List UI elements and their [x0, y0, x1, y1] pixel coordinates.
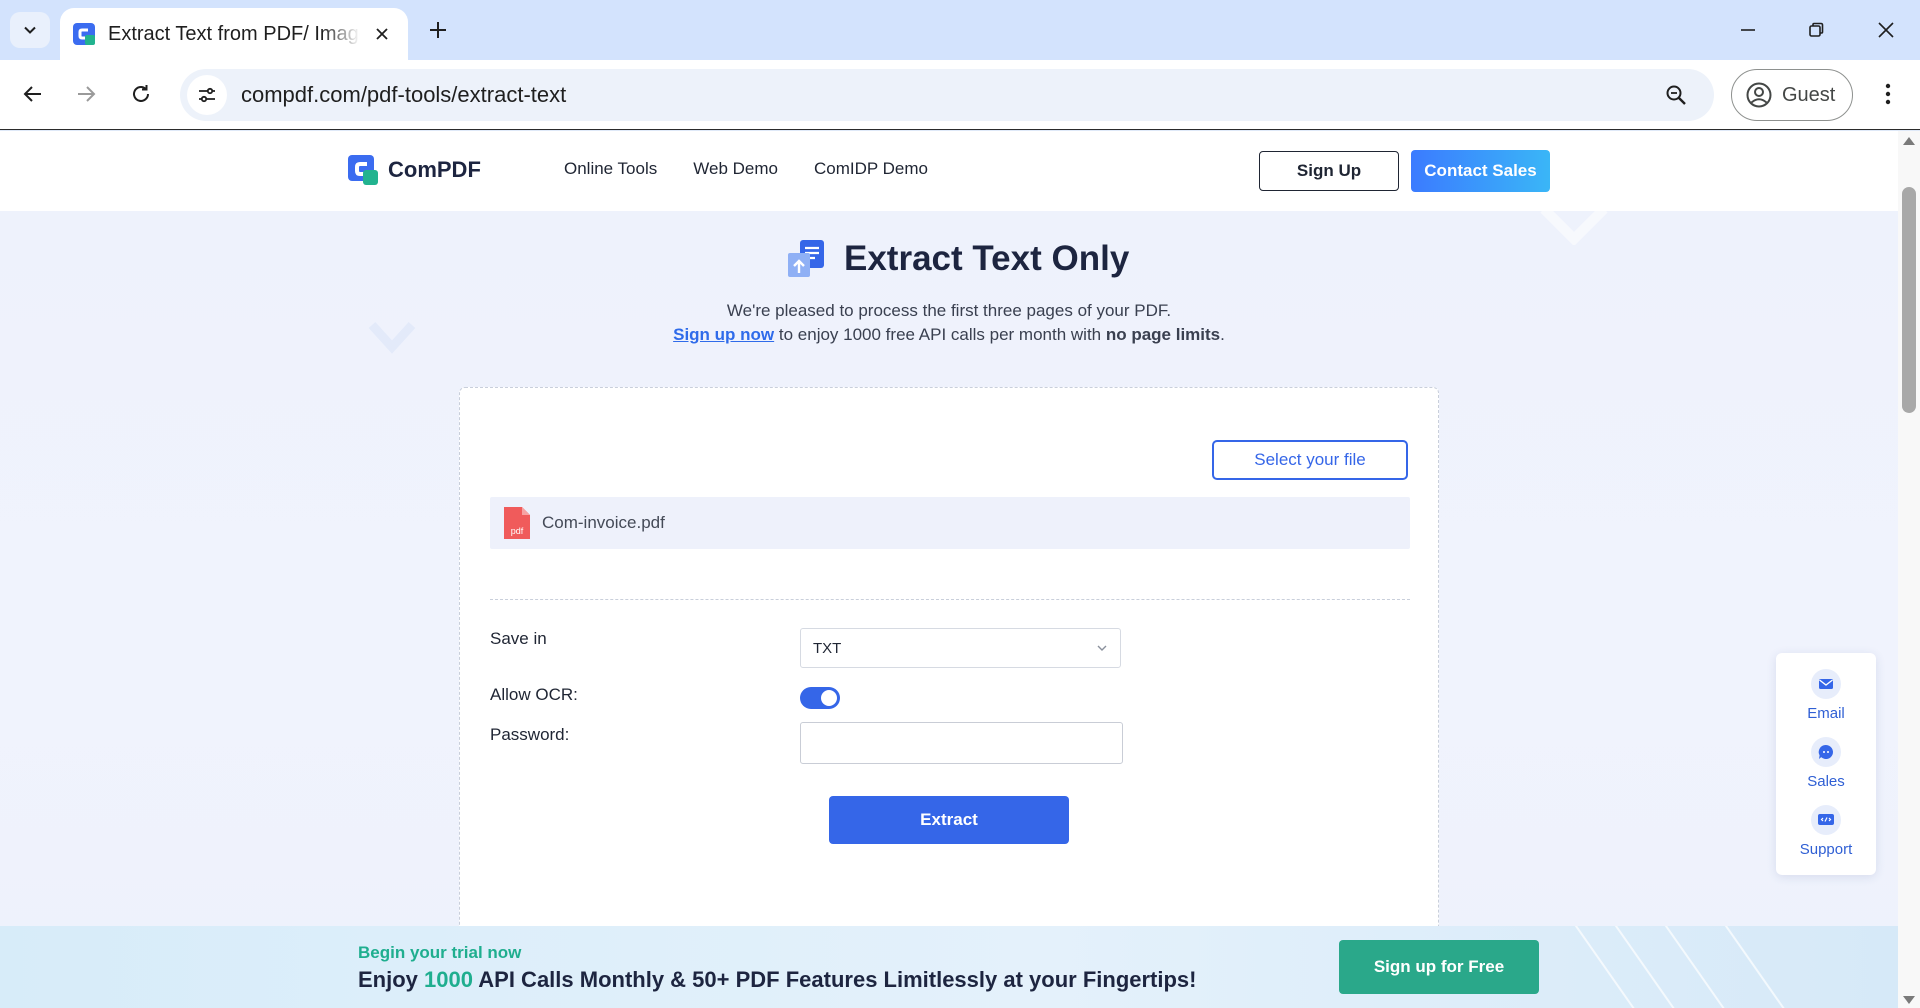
nav-online-tools[interactable]: Online Tools	[564, 159, 657, 179]
site-info-button[interactable]	[187, 75, 227, 115]
promo-headline-pre: Enjoy	[358, 967, 425, 992]
zoom-button[interactable]	[1656, 75, 1696, 115]
scrollbar-thumb[interactable]	[1902, 187, 1916, 413]
allow-ocr-toggle[interactable]	[800, 687, 840, 709]
allow-ocr-label: Allow OCR:	[490, 685, 578, 704]
minimize-icon	[1741, 29, 1755, 31]
reload-button[interactable]	[121, 74, 161, 114]
decorative-shape-icon	[1540, 205, 1608, 245]
toggle-knob	[821, 690, 837, 706]
tab-strip: Extract Text from PDF/ Image	[0, 0, 1920, 60]
compdf-logo-icon	[348, 155, 378, 185]
support-sales[interactable]: Sales	[1776, 737, 1876, 790]
uploaded-file-name: Com-invoice.pdf	[542, 513, 665, 532]
brand-name: ComPDF	[388, 157, 481, 182]
browser-tab[interactable]: Extract Text from PDF/ Image	[60, 8, 408, 60]
promo-headline-number: 1000	[424, 967, 473, 992]
save-in-label: Save in	[490, 629, 547, 648]
support-email[interactable]: Email	[1776, 669, 1876, 722]
forward-button[interactable]	[66, 74, 106, 114]
extract-tool-card: Select your file pdf Com-invoice.pdf Sav…	[459, 387, 1439, 947]
reload-icon	[133, 85, 149, 102]
close-window-button[interactable]	[1862, 8, 1910, 52]
tab-search-button[interactable]	[10, 12, 50, 48]
section-divider	[490, 599, 1410, 600]
support-widget: Email Sales Support	[1776, 653, 1876, 875]
back-button[interactable]	[13, 74, 53, 114]
hero-title-wrap: Extract Text Only	[786, 239, 1129, 279]
support-sales-label: Sales	[1807, 773, 1845, 790]
password-input[interactable]	[800, 722, 1123, 764]
promo-headline: Enjoy 1000 API Calls Monthly & 50+ PDF F…	[358, 967, 1197, 993]
sign-up-now-link[interactable]: Sign up now	[673, 325, 774, 344]
uploaded-file-row: pdf Com-invoice.pdf	[490, 497, 1410, 549]
save-format-value: TXT	[813, 639, 842, 657]
chevron-down-icon	[24, 26, 36, 34]
account-circle-icon	[1746, 82, 1772, 108]
hero-subtitle-line2: Sign up now to enjoy 1000 free API calls…	[0, 325, 1898, 345]
extract-button[interactable]: Extract	[829, 796, 1069, 844]
tab-close-button[interactable]	[368, 20, 396, 48]
page-title: Extract Text Only	[844, 239, 1130, 278]
contact-sales-button[interactable]: Contact Sales	[1411, 150, 1550, 192]
address-bar[interactable]: compdf.com/pdf-tools/extract-text	[180, 69, 1714, 121]
scroll-up-arrow-icon[interactable]	[1903, 137, 1915, 145]
scroll-down-arrow-icon[interactable]	[1903, 996, 1915, 1004]
support-email-label: Email	[1807, 705, 1845, 722]
zoom-icon	[1666, 85, 1686, 105]
promo-stripe	[1708, 926, 1814, 1008]
chevron-down-icon	[1097, 645, 1107, 651]
sign-up-button[interactable]: Sign Up	[1259, 151, 1399, 191]
promo-banner: Begin your trial now Enjoy 1000 API Call…	[0, 926, 1898, 1008]
promo-kicker: Begin your trial now	[358, 943, 522, 962]
hero-line2-text: to enjoy 1000 free API calls per month w…	[774, 325, 1106, 344]
page-viewport: ComPDF Online Tools Web Demo ComIDP Demo…	[0, 131, 1898, 1008]
nav-comidp-demo[interactable]: ComIDP Demo	[814, 159, 928, 179]
restore-button[interactable]	[1792, 8, 1840, 52]
close-icon	[376, 28, 388, 40]
no-page-limits-text: no page limits	[1105, 325, 1221, 344]
browser-menu-button[interactable]	[1868, 74, 1908, 114]
promo-headline-post: API Calls Monthly & 50+ PDF Features Lim…	[472, 967, 1197, 992]
hero-line2-end: .	[1220, 325, 1225, 344]
address-bar-url[interactable]: compdf.com/pdf-tools/extract-text	[241, 82, 1656, 108]
page-scrollbar[interactable]	[1898, 131, 1920, 1008]
restore-icon	[1809, 22, 1824, 37]
password-label: Password:	[490, 725, 570, 744]
save-format-select[interactable]: TXT	[800, 628, 1121, 668]
plus-icon	[430, 22, 446, 38]
extract-text-icon	[788, 240, 824, 277]
tune-icon	[199, 87, 215, 103]
browser-toolbar: compdf.com/pdf-tools/extract-text Guest	[0, 60, 1920, 130]
pdf-file-icon-text: pdf	[511, 526, 524, 536]
code-icon	[1811, 805, 1841, 835]
new-tab-button[interactable]	[420, 12, 456, 48]
site-header: ComPDF Online Tools Web Demo ComIDP Demo…	[0, 131, 1898, 211]
mail-icon	[1811, 669, 1841, 699]
tab-title: Extract Text from PDF/ Image	[108, 22, 360, 45]
profile-button[interactable]: Guest	[1731, 69, 1853, 121]
brand-logo[interactable]: ComPDF	[348, 155, 481, 185]
profile-label: Guest	[1782, 83, 1836, 106]
arrow-right-icon	[78, 86, 96, 102]
more-vert-icon	[1885, 83, 1891, 105]
close-icon	[1878, 22, 1894, 38]
nav-web-demo[interactable]: Web Demo	[693, 159, 778, 179]
arrow-left-icon	[23, 86, 41, 102]
sign-up-free-button[interactable]: Sign up for Free	[1339, 940, 1539, 994]
pdf-file-icon: pdf	[504, 507, 530, 539]
select-file-button[interactable]: Select your file	[1212, 440, 1408, 480]
promo-stripe	[1598, 926, 1704, 1008]
minimize-button[interactable]	[1724, 8, 1772, 52]
hero-subtitle-line1: We're pleased to process the first three…	[726, 301, 1172, 320]
support-support[interactable]: Support	[1776, 805, 1876, 858]
main-nav: Online Tools Web Demo ComIDP Demo	[564, 159, 964, 179]
promo-stripe	[1558, 926, 1664, 1008]
compdf-favicon-icon	[73, 23, 95, 45]
chat-icon	[1811, 737, 1841, 767]
support-support-label: Support	[1799, 841, 1853, 858]
